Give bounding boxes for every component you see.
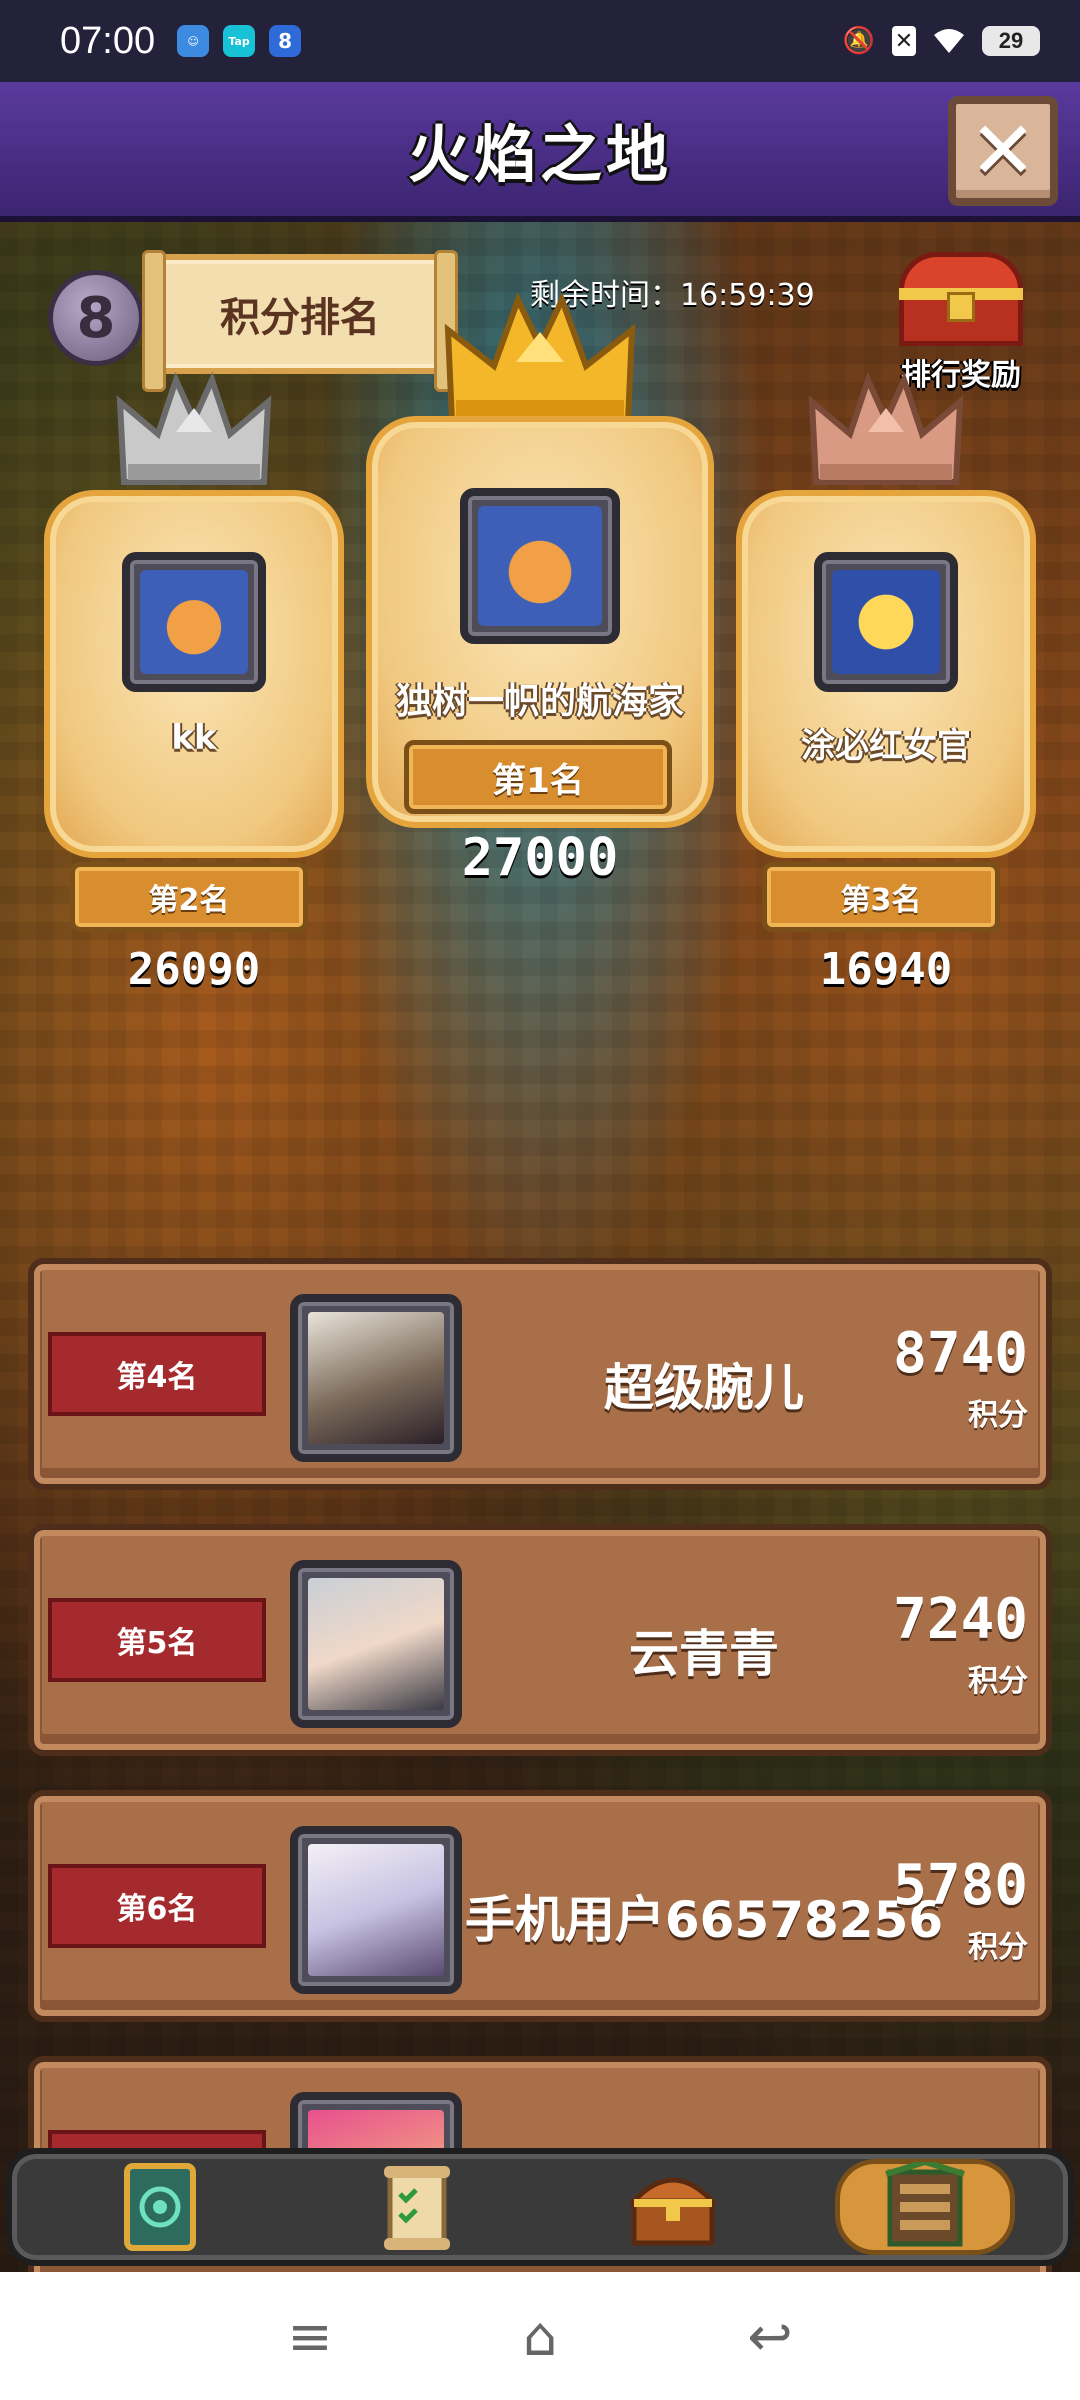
bronze-crown-icon xyxy=(808,372,964,485)
avatar xyxy=(122,552,266,692)
player-score: 5780 xyxy=(893,1853,1028,1918)
player-name: 超级腕儿 xyxy=(604,1359,804,1417)
app-8-icon: 8 xyxy=(269,25,302,57)
podium-second[interactable]: kk 第2名 26090 xyxy=(44,372,344,1002)
list-item[interactable]: 第4名 超级腕儿 8740 积分 xyxy=(28,1258,1052,1490)
player-name: 涂必红女官 xyxy=(801,726,971,766)
nav-treasure-button[interactable] xyxy=(578,2159,768,2255)
rank-badge: 第4名 xyxy=(48,1332,266,1416)
status-time: 07:00 xyxy=(60,19,156,62)
score-unit: 积分 xyxy=(968,1664,1028,1699)
ranking-board-icon xyxy=(884,2162,965,2247)
player-name: 手机用户66578256 xyxy=(464,1891,944,1949)
leaderboard-stage: 8 积分排名 剩余时间：16:59:39 排行奖励 kk 第2名 26090 独… xyxy=(0,222,1080,2272)
treasure-chest-icon xyxy=(891,252,1031,348)
notification-icons: ☺ Tap 8 xyxy=(177,25,302,57)
ranking-tab-label: 积分排名 xyxy=(220,295,380,341)
wifi-icon xyxy=(932,24,966,58)
score-unit: 积分 xyxy=(968,1930,1028,1965)
mute-icon: 🔕 xyxy=(842,26,876,56)
page-title: 火焰之地 xyxy=(407,118,672,191)
avatar xyxy=(290,1826,462,1994)
list-item[interactable]: 第6名 手机用户66578256 5780 积分 xyxy=(28,1790,1052,2022)
score-unit: 积分 xyxy=(968,1398,1028,1433)
game-bottom-nav xyxy=(6,2148,1074,2266)
nav-ranking-button[interactable] xyxy=(834,2159,1015,2255)
sim-off-icon: ✕ xyxy=(892,26,916,56)
podium-first[interactable]: 独树一帜的航海家 第1名 27000 xyxy=(366,292,714,972)
rank-badge: 第1名 xyxy=(404,740,672,814)
close-icon: ✕ xyxy=(969,104,1037,197)
battery-icon: 29 xyxy=(982,26,1040,56)
app-notification-icon: ☺ xyxy=(177,25,210,57)
title-bar: 火焰之地 ✕ xyxy=(0,82,1080,222)
silver-crown-icon xyxy=(116,372,272,485)
nav-quests-button[interactable] xyxy=(322,2159,512,2255)
avatar xyxy=(814,552,958,692)
player-name: 独树一帜的航海家 xyxy=(395,681,684,722)
avatar xyxy=(290,1560,462,1728)
player-score: 8740 xyxy=(893,1321,1028,1386)
taptap-icon: Tap xyxy=(223,25,256,57)
menu-icon[interactable]: ≡ xyxy=(275,2305,345,2368)
player-name: 云青青 xyxy=(629,1625,779,1683)
system-navigation-bar: ≡ ⌂ ↩ xyxy=(0,2272,1080,2400)
rank-badge: 第3名 xyxy=(762,862,1000,932)
player-score: 27000 xyxy=(461,828,619,888)
podium-third[interactable]: 涂必红女官 第3名 16940 xyxy=(736,372,1036,1002)
list-item[interactable]: 第5名 云青青 7240 积分 xyxy=(28,1524,1052,1756)
avatar xyxy=(290,1294,462,1462)
player-score: 26090 xyxy=(127,944,261,995)
close-button[interactable]: ✕ xyxy=(948,96,1058,206)
quest-scroll-icon xyxy=(383,2166,450,2250)
gold-crown-icon xyxy=(444,292,636,425)
player-score: 16940 xyxy=(819,944,953,995)
treasure-chest-icon xyxy=(628,2177,718,2246)
status-bar: 07:00 ☺ Tap 8 🔕 ✕ 29 xyxy=(0,0,1080,82)
avatar xyxy=(460,488,620,644)
rank-badge: 第5名 xyxy=(48,1598,266,1682)
season-badge[interactable]: 8 xyxy=(48,270,144,366)
rank-badge: 第6名 xyxy=(48,1864,266,1948)
player-name: kk xyxy=(171,718,217,758)
player-score: 7240 xyxy=(893,1587,1028,1652)
nav-cards-button[interactable] xyxy=(65,2159,255,2255)
card-icon xyxy=(124,2163,197,2251)
home-icon[interactable]: ⌂ xyxy=(505,2305,575,2368)
rank-badge: 第2名 xyxy=(70,862,308,932)
back-icon[interactable]: ↩ xyxy=(735,2305,805,2368)
